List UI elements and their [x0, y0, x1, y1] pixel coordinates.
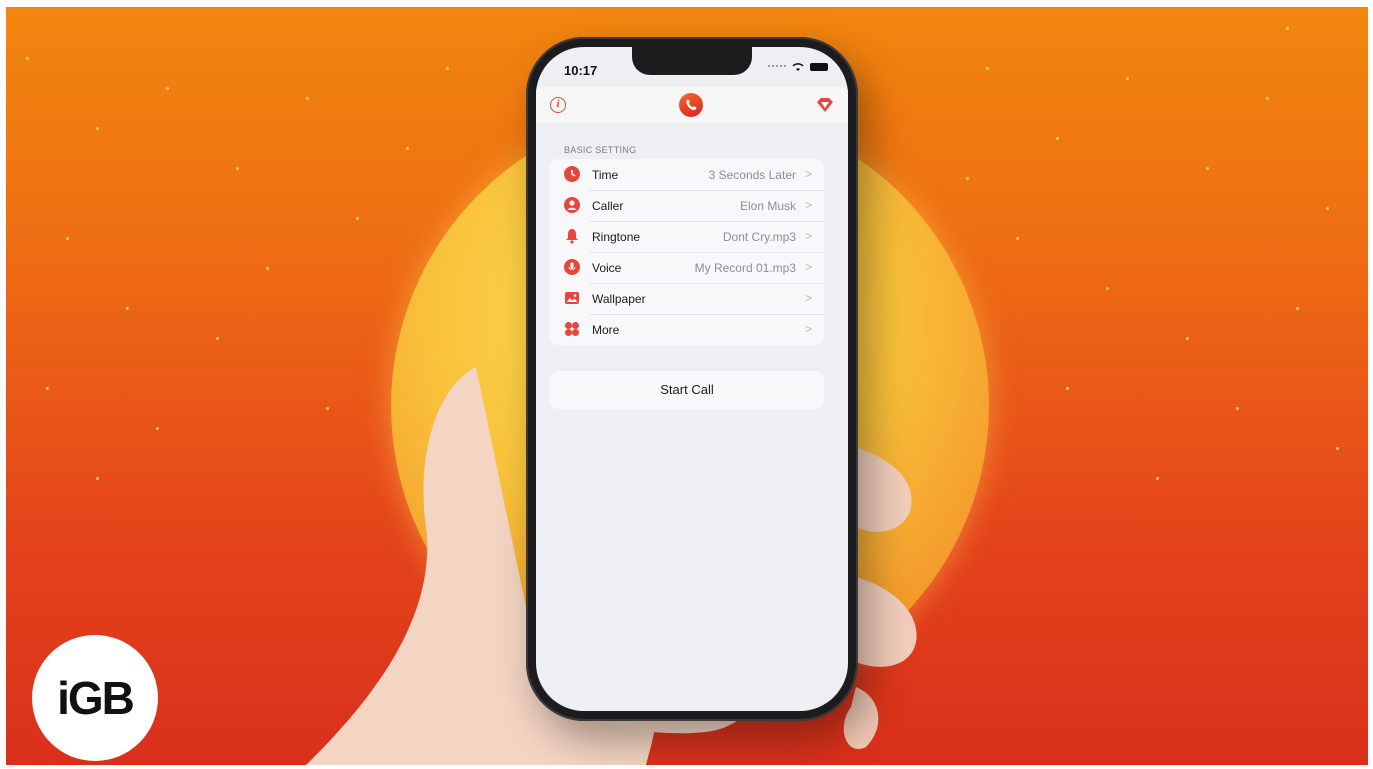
- chevron-right-icon: >: [804, 198, 812, 212]
- image-icon: [565, 292, 579, 304]
- phone-device: 10:17 i BASIC SETTING Time 3 Seconds Lat…: [526, 37, 858, 721]
- row-value: Elon Musk: [739, 199, 796, 213]
- chevron-right-icon: >: [804, 260, 812, 274]
- row-label: Wallpaper: [592, 292, 646, 306]
- section-title: BASIC SETTING: [564, 145, 637, 155]
- bell-icon: [566, 229, 578, 244]
- row-label: Ringtone: [592, 230, 641, 244]
- status-icons: [768, 62, 828, 72]
- status-time: 10:17: [564, 63, 598, 78]
- settings-row-caller[interactable]: Caller Elon Musk >: [550, 190, 824, 221]
- person-icon: [564, 197, 580, 213]
- row-value: 3 Seconds Later: [708, 168, 796, 182]
- chevron-right-icon: >: [804, 291, 812, 305]
- igb-logo: iGB: [32, 635, 158, 761]
- settings-row-time[interactable]: Time 3 Seconds Later >: [550, 159, 824, 190]
- row-value: Dont Cry.mp3: [722, 230, 796, 244]
- chevron-right-icon: >: [804, 322, 812, 336]
- signal-icon: [768, 65, 786, 69]
- chevron-right-icon: >: [804, 229, 812, 243]
- notch: [632, 47, 752, 75]
- microphone-icon: [564, 259, 580, 275]
- phone-call-icon: [679, 93, 703, 117]
- info-icon[interactable]: i: [550, 97, 566, 113]
- battery-icon: [810, 63, 828, 71]
- settings-group: Time 3 Seconds Later > Caller Elon Musk …: [550, 159, 824, 345]
- row-label: Time: [592, 168, 619, 182]
- settings-row-ringtone[interactable]: Ringtone Dont Cry.mp3 >: [550, 221, 824, 252]
- row-value: My Record 01.mp3: [694, 261, 796, 275]
- gem-icon[interactable]: [816, 97, 834, 113]
- settings-row-more[interactable]: More >: [550, 314, 824, 345]
- clock-icon: [564, 166, 580, 182]
- grid-icon: [565, 322, 579, 336]
- settings-row-voice[interactable]: Voice My Record 01.mp3 >: [550, 252, 824, 283]
- start-call-button[interactable]: Start Call: [550, 371, 824, 409]
- app-screen: 10:17 i BASIC SETTING Time 3 Seconds Lat…: [536, 47, 848, 711]
- row-label: More: [592, 323, 620, 337]
- settings-row-wallpaper[interactable]: Wallpaper >: [550, 283, 824, 314]
- chevron-right-icon: >: [804, 167, 812, 181]
- row-label: Voice: [592, 261, 622, 275]
- wifi-icon: [792, 63, 804, 71]
- background-scene: 10:17 i BASIC SETTING Time 3 Seconds Lat…: [6, 7, 1368, 765]
- nav-bar: i: [536, 87, 848, 123]
- row-label: Caller: [592, 199, 624, 213]
